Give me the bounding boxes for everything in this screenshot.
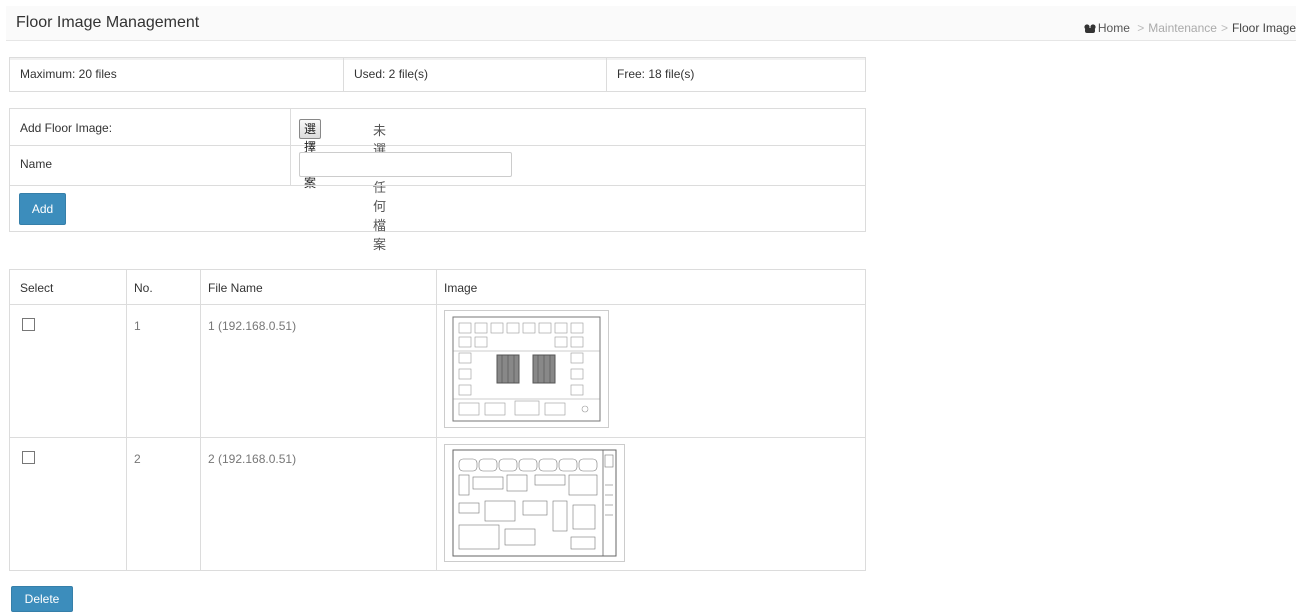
row-file-name: 2 (192.168.0.51)	[208, 452, 297, 466]
table-row: 1 1 (192.168.0.51)	[10, 304, 865, 438]
table-header: Select No. File Name Image	[10, 270, 865, 305]
name-input[interactable]	[299, 152, 512, 177]
header-no: No.	[134, 281, 153, 295]
file-cell: 選擇檔案 未選擇任何檔案	[290, 109, 386, 252]
breadcrumb-home-label[interactable]: Home	[1098, 21, 1130, 35]
row-number: 1	[134, 319, 141, 333]
maximum-files: Maximum: 20 files	[10, 58, 344, 91]
storage-summary: Maximum: 20 files Used: 2 file(s) Free: …	[9, 57, 866, 92]
used-files: Used: 2 file(s)	[344, 58, 607, 91]
floor-image-table: Select No. File Name Image 1 1 (192.168.…	[9, 269, 866, 571]
breadcrumb-separator: >	[1137, 21, 1145, 35]
name-label: Name	[20, 157, 53, 171]
page-title: Floor Image Management	[16, 14, 200, 31]
breadcrumb: Home > Maintenance > Floor Image	[1084, 21, 1296, 35]
page-header: Floor Image Management Home > Maintenance…	[6, 6, 1296, 41]
add-floor-image-label: Add Floor Image:	[20, 121, 113, 135]
breadcrumb-maintenance[interactable]: Maintenance	[1148, 21, 1217, 35]
add-button[interactable]: Add	[19, 193, 66, 225]
row-number: 2	[134, 452, 141, 466]
floor-plan-thumbnail[interactable]	[444, 310, 609, 428]
file-row: Add Floor Image: 選擇檔案 未選擇任何檔案	[10, 109, 865, 252]
name-row: Name	[10, 145, 865, 186]
table-row: 2 2 (192.168.0.51)	[10, 437, 865, 570]
select-checkbox[interactable]	[22, 451, 35, 464]
breadcrumb-home[interactable]: Home	[1084, 21, 1133, 35]
name-cell	[290, 145, 512, 185]
header-image: Image	[444, 281, 478, 295]
choose-file-button[interactable]: 選擇檔案	[299, 119, 322, 190]
free-files: Free: 18 file(s)	[617, 67, 695, 81]
header-select: Select	[20, 281, 54, 295]
breadcrumb-separator: >	[1220, 21, 1228, 35]
file-status: 未選擇任何檔案	[373, 123, 387, 252]
row-file-name: 1 (192.168.0.51)	[208, 319, 297, 333]
select-checkbox[interactable]	[22, 318, 35, 331]
add-floor-image-form: Add Floor Image: 選擇檔案 未選擇任何檔案 Name Add	[9, 108, 866, 252]
breadcrumb-current: Floor Image	[1231, 21, 1296, 35]
delete-button[interactable]: Delete	[11, 586, 73, 612]
header-file-name: File Name	[208, 281, 263, 295]
floor-plan-thumbnail[interactable]	[444, 444, 625, 562]
home-icon	[1084, 24, 1096, 33]
